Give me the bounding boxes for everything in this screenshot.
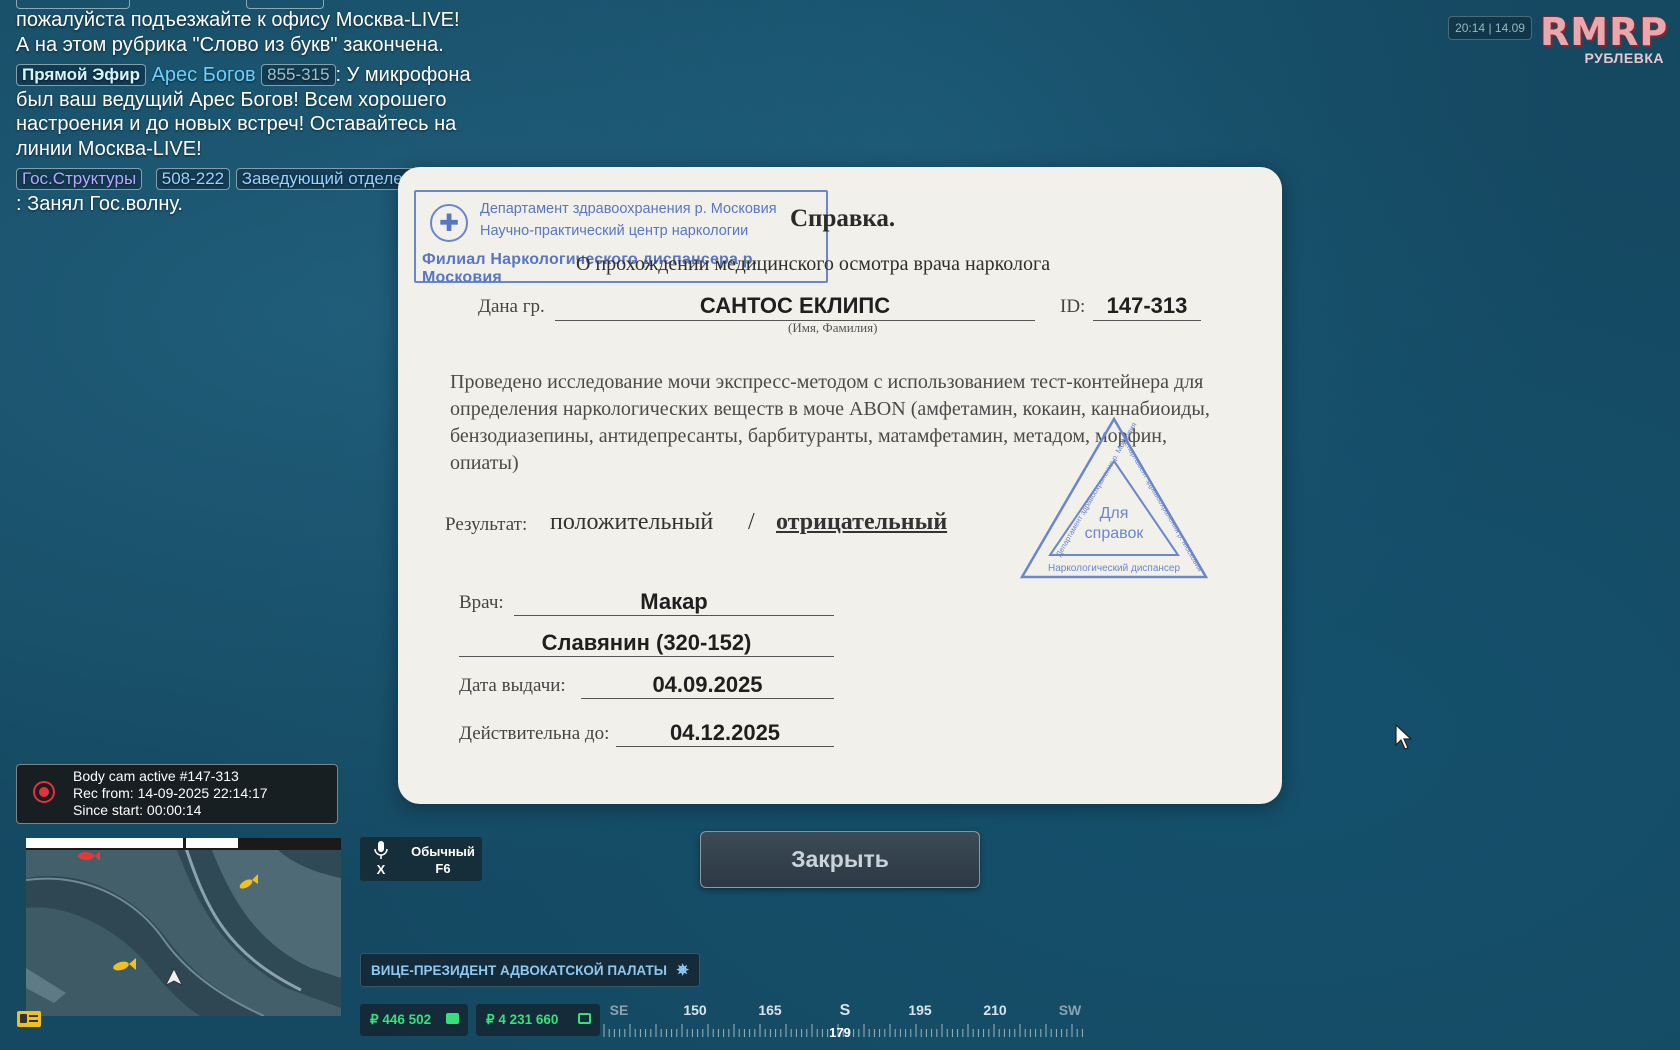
medical-certificate: ✚ Департамент здравоохранения р. Москови… bbox=[398, 167, 1282, 804]
chat-cut-tags bbox=[16, 0, 496, 9]
valid-until-label: Действительна до: bbox=[459, 723, 610, 744]
chat-message: Прямой Эфир Арес Богов 855-315: У микроф… bbox=[16, 63, 496, 161]
voice-indicator: X Обычный F6 bbox=[360, 837, 482, 881]
name-hint: (Имя, Фамилия) bbox=[788, 320, 878, 335]
rank-title: ВИЦЕ-ПРЕЗИДЕНТ АДВОКАТСКОЙ ПАЛАТЫ bbox=[371, 963, 667, 978]
chat-sender-number: 855-315 bbox=[261, 64, 336, 86]
doctor-label: Врач: bbox=[459, 592, 504, 613]
patient-name: САНТОС ЕКЛИПС bbox=[555, 292, 1035, 321]
compass-label: SW bbox=[1058, 1002, 1082, 1018]
valid-until-date: 04.12.2025 bbox=[616, 719, 834, 747]
mouse-cursor-icon bbox=[1395, 724, 1413, 750]
chat-sender-number: 508-222 bbox=[155, 168, 231, 190]
compass: SE 150 165 S 195 210 SW 179 bbox=[600, 1000, 1100, 1048]
tri-stamp-bottom: Наркологический диспансер bbox=[1048, 563, 1180, 574]
tri-stamp-center-2: справок bbox=[1085, 525, 1145, 542]
compass-heading: 179 bbox=[829, 1025, 851, 1040]
doctor-name-line1: Макар bbox=[514, 588, 834, 616]
compass-label: 210 bbox=[983, 1002, 1007, 1018]
tri-stamp-right: Департамент здравоохранения р. Московия bbox=[1120, 436, 1204, 573]
bank-amount: ₽ 4 231 660 bbox=[486, 1012, 559, 1027]
microphone-icon bbox=[370, 841, 392, 864]
server-logo: RMRP РУБЛЕВКА bbox=[1540, 10, 1669, 66]
chat-tag-cut bbox=[16, 0, 130, 9]
chat-message: пожалуйста подъезжайте к офису Москва-LI… bbox=[16, 8, 496, 57]
clock: 20:14 | 14.09 bbox=[1448, 16, 1532, 40]
chat-channel-tag: Прямой Эфир bbox=[16, 64, 147, 86]
medical-cross-icon: ✚ bbox=[430, 204, 468, 242]
tri-stamp-center-1: Для bbox=[1100, 505, 1129, 522]
issue-date-label: Дата выдачи: bbox=[459, 675, 566, 696]
result-positive: положительный bbox=[550, 509, 714, 535]
patient-id: 147-313 bbox=[1093, 292, 1201, 321]
bank-display: ₽ 4 231 660 bbox=[476, 1004, 600, 1036]
stamp-center: Научно-практический центр наркологии bbox=[480, 223, 749, 239]
chat-tag-cut bbox=[245, 0, 324, 9]
compass-label: 150 bbox=[683, 1002, 707, 1018]
triangle-stamp: Для справок Наркологический диспансер Де… bbox=[1019, 416, 1209, 579]
voice-mode: Обычный bbox=[411, 844, 475, 859]
stamp-department: Департамент здравоохранения р. Московия bbox=[480, 201, 777, 217]
chat-text: А на этом рубрика "Слово из букв" законч… bbox=[16, 33, 444, 56]
result-separator: / bbox=[748, 509, 755, 535]
document-title: Справка. bbox=[790, 205, 896, 232]
chat-text: пожалуйста подъезжайте к офису Москва-LI… bbox=[16, 9, 460, 31]
bodycam-status: Body cam active #147-313 bbox=[73, 768, 239, 784]
compass-label: S bbox=[839, 1002, 851, 1019]
compass-label: 195 bbox=[908, 1002, 932, 1018]
close-button[interactable]: Закрыть bbox=[700, 831, 980, 888]
rank-badge: ВИЦЕ-ПРЕЗИДЕНТ АДВОКАТСКОЙ ПАЛАТЫ ✵ bbox=[360, 953, 700, 987]
status-bars bbox=[26, 838, 341, 848]
compass-label: 165 bbox=[758, 1002, 782, 1018]
result-negative: отрицательный bbox=[776, 509, 948, 535]
health-bar bbox=[26, 838, 183, 848]
result-label: Результат: bbox=[445, 514, 528, 535]
voice-hotkey: F6 bbox=[435, 861, 451, 876]
minimap-terrain bbox=[26, 838, 341, 1016]
issue-date: 04.09.2025 bbox=[581, 671, 834, 699]
emblem-icon: ✵ bbox=[676, 962, 689, 979]
bodycam-rec-from: Rec from: 14-09-2025 22:14:17 bbox=[73, 785, 268, 801]
chat-channel-tag: Гос.Структуры bbox=[16, 168, 143, 190]
compass-label: SE bbox=[609, 1002, 629, 1018]
record-icon bbox=[33, 781, 55, 803]
issued-to-label: Дана гр. bbox=[478, 296, 545, 317]
logo-main: RMRP bbox=[1540, 10, 1669, 54]
wallet-icon bbox=[446, 1013, 459, 1024]
document-subtitle: О прохождении медицинского осмотра врача… bbox=[576, 253, 1051, 275]
bodycam-panel: Body cam active #147-313 Rec from: 14-09… bbox=[16, 764, 338, 824]
armor-bar bbox=[186, 838, 238, 848]
doctor-name-line2: Славянин (320-152) bbox=[459, 629, 834, 657]
minimap[interactable] bbox=[26, 838, 341, 1016]
chat-sender-name: Арес Богов bbox=[151, 64, 256, 86]
cash-display: ₽ 446 502 bbox=[360, 1004, 468, 1036]
id-label: ID: bbox=[1060, 296, 1086, 317]
voice-key: X bbox=[376, 862, 386, 877]
card-icon bbox=[578, 1013, 591, 1024]
bodycam-since-start: Since start: 00:00:14 bbox=[73, 802, 202, 818]
cash-amount: ₽ 446 502 bbox=[370, 1012, 432, 1027]
id-card-icon bbox=[17, 1011, 41, 1027]
